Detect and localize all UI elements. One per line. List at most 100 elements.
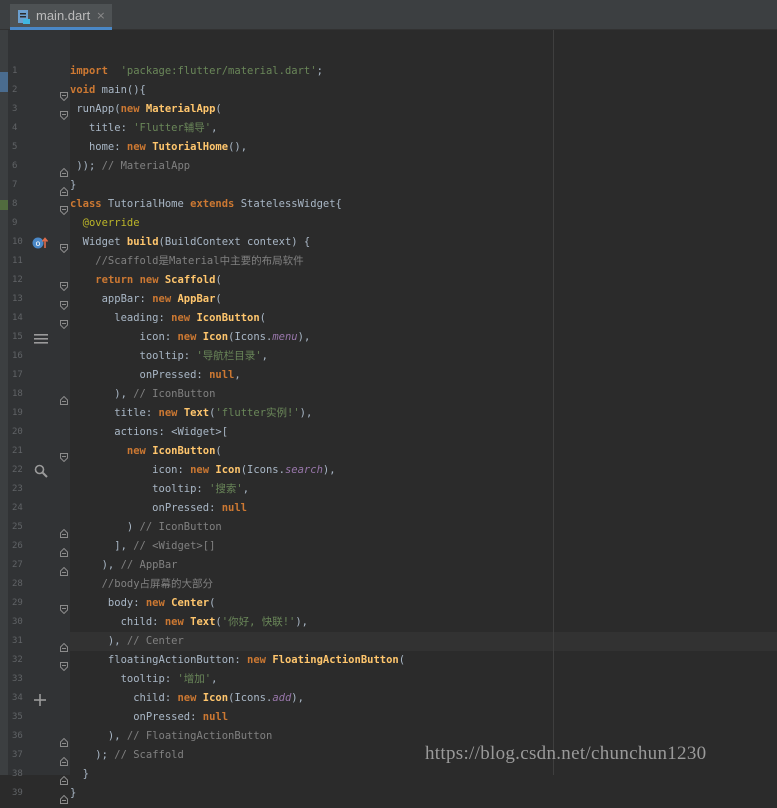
fold-marker-icon[interactable] (60, 238, 68, 254)
code-token: , (211, 673, 218, 685)
fold-marker-icon[interactable] (60, 162, 68, 177)
code-line[interactable]: onPressed: null (70, 708, 228, 727)
code-line[interactable]: floatingActionButton: new FloatingAction… (70, 651, 405, 670)
code-token: '搜索' (209, 483, 243, 495)
code-token: ), (297, 331, 311, 343)
code-token: ( (215, 103, 222, 115)
code-token: icon: (70, 331, 178, 343)
code-line[interactable]: class TutorialHome extends StatelessWidg… (70, 195, 342, 214)
line-number: 13 (12, 294, 23, 304)
code-token: // IconButton (133, 388, 216, 400)
code-line[interactable]: //Scaffold是Material中主要的布局软件 (70, 252, 303, 271)
code-line[interactable]: onPressed: null, (70, 366, 241, 385)
code-line[interactable]: leading: new IconButton( (70, 309, 266, 328)
editor-gutter[interactable]: 1 2 3 4 5 6 7 8 9 10 11 12 13 14 15 16 17 18 19 20 21 22 23 24 2… (8, 30, 70, 804)
search-icon (34, 463, 48, 482)
line-number: 11 (12, 256, 23, 266)
code-token: new (190, 464, 210, 476)
code-token: ) (70, 521, 140, 533)
code-line[interactable]: void main(){ (70, 81, 146, 100)
fold-marker-icon[interactable] (60, 105, 68, 121)
code-line[interactable]: tooltip: '增加', (70, 670, 218, 689)
code-line[interactable]: ), // Center (70, 632, 184, 651)
code-line[interactable]: )); // MaterialApp (70, 157, 190, 176)
code-line[interactable]: body: new Center( (70, 594, 216, 613)
line-number: 31 (12, 636, 23, 646)
code-line[interactable]: child: new Icon(Icons.add), (70, 689, 304, 708)
code-line[interactable]: import 'package:flutter/material.dart'; (70, 62, 323, 81)
fold-marker-icon[interactable] (60, 390, 68, 405)
code-token: Icon (215, 464, 241, 476)
code-line[interactable]: runApp(new MaterialApp( (70, 100, 222, 119)
code-line[interactable]: title: 'Flutter辅导', (70, 119, 218, 138)
fold-marker-icon[interactable] (60, 732, 68, 747)
fold-marker-icon[interactable] (60, 200, 68, 216)
code-token: null (202, 711, 229, 723)
code-token: 'flutter实例!' (215, 407, 300, 419)
line-number: 30 (12, 617, 23, 627)
code-token: // FloatingActionButton (126, 730, 273, 742)
tab-main-dart[interactable]: main.dart × (10, 4, 112, 30)
code-line[interactable]: tooltip: '搜索', (70, 480, 249, 499)
fold-marker-icon[interactable] (60, 276, 68, 292)
code-line[interactable]: ); // Scaffold (70, 746, 184, 765)
line-number: 6 (12, 161, 18, 171)
code-token: Text (190, 616, 216, 628)
code-token: body: (70, 597, 146, 609)
code-editor[interactable]: import 'package:flutter/material.dart'; v… (70, 30, 777, 799)
code-token: add (272, 692, 292, 704)
code-line[interactable]: ), // FloatingActionButton (70, 727, 272, 746)
fold-marker-icon[interactable] (60, 447, 68, 463)
fold-marker-icon[interactable] (60, 542, 68, 557)
code-token: title: (70, 122, 134, 134)
code-token: ), (70, 388, 134, 400)
code-token: new (177, 331, 197, 343)
line-number: 27 (12, 560, 23, 570)
close-tab-icon[interactable]: × (96, 9, 105, 22)
code-line[interactable]: ), // IconButton (70, 385, 215, 404)
fold-marker-icon[interactable] (60, 637, 68, 652)
code-line[interactable]: return new Scaffold( (70, 271, 221, 290)
fold-marker-icon[interactable] (60, 181, 68, 196)
code-line[interactable]: } (70, 176, 76, 195)
code-line[interactable]: actions: <Widget>[ (70, 423, 228, 442)
fold-marker-icon[interactable] (60, 523, 68, 538)
fold-marker-icon[interactable] (60, 789, 68, 804)
code-token: icon: (70, 464, 191, 476)
code-token: IconButton (152, 445, 216, 457)
code-line[interactable]: onPressed: null (70, 499, 247, 518)
fold-marker-icon[interactable] (60, 295, 68, 311)
code-token: (BuildContext context) { (158, 236, 311, 248)
code-token: ), (70, 635, 127, 647)
line-number: 23 (12, 484, 23, 494)
code-token: AppBar (177, 293, 216, 305)
code-line[interactable]: Widget build(BuildContext context) { (70, 233, 311, 252)
code-line[interactable]: title: new Text('flutter实例!'), (70, 404, 312, 423)
fold-marker-icon[interactable] (60, 751, 68, 766)
override-method-icon[interactable]: o (32, 235, 50, 254)
svg-text:o: o (36, 239, 41, 248)
code-line[interactable]: ), // AppBar (70, 556, 178, 575)
code-token: '增加' (177, 673, 212, 685)
line-number: 39 (12, 788, 23, 798)
fold-marker-icon[interactable] (60, 86, 68, 102)
editor-tab-bar: main.dart × (0, 0, 777, 30)
code-line[interactable]: icon: new Icon(Icons.menu), (70, 328, 311, 347)
code-line[interactable]: new IconButton( (70, 442, 222, 461)
code-line[interactable]: ) // IconButton (70, 518, 222, 537)
fold-marker-icon[interactable] (60, 561, 68, 576)
code-line[interactable]: @override (70, 214, 140, 233)
fold-marker-icon[interactable] (60, 656, 68, 672)
fold-marker-icon[interactable] (60, 314, 68, 330)
code-line[interactable]: //body占屏幕的大部分 (70, 575, 213, 594)
code-token: } (70, 787, 77, 799)
code-line[interactable]: icon: new Icon(Icons.search), (70, 461, 335, 480)
code-line[interactable]: } (70, 784, 76, 803)
code-line[interactable]: appBar: new AppBar( (70, 290, 222, 309)
line-number: 35 (12, 712, 23, 722)
code-line[interactable]: child: new Text('你好, 快联!'), (70, 613, 308, 632)
code-line[interactable]: ], // <Widget>[] (70, 537, 215, 556)
code-line[interactable]: tooltip: '导航栏目录', (70, 347, 268, 366)
code-line[interactable]: home: new TutorialHome(), (70, 138, 247, 157)
fold-marker-icon[interactable] (60, 599, 68, 615)
